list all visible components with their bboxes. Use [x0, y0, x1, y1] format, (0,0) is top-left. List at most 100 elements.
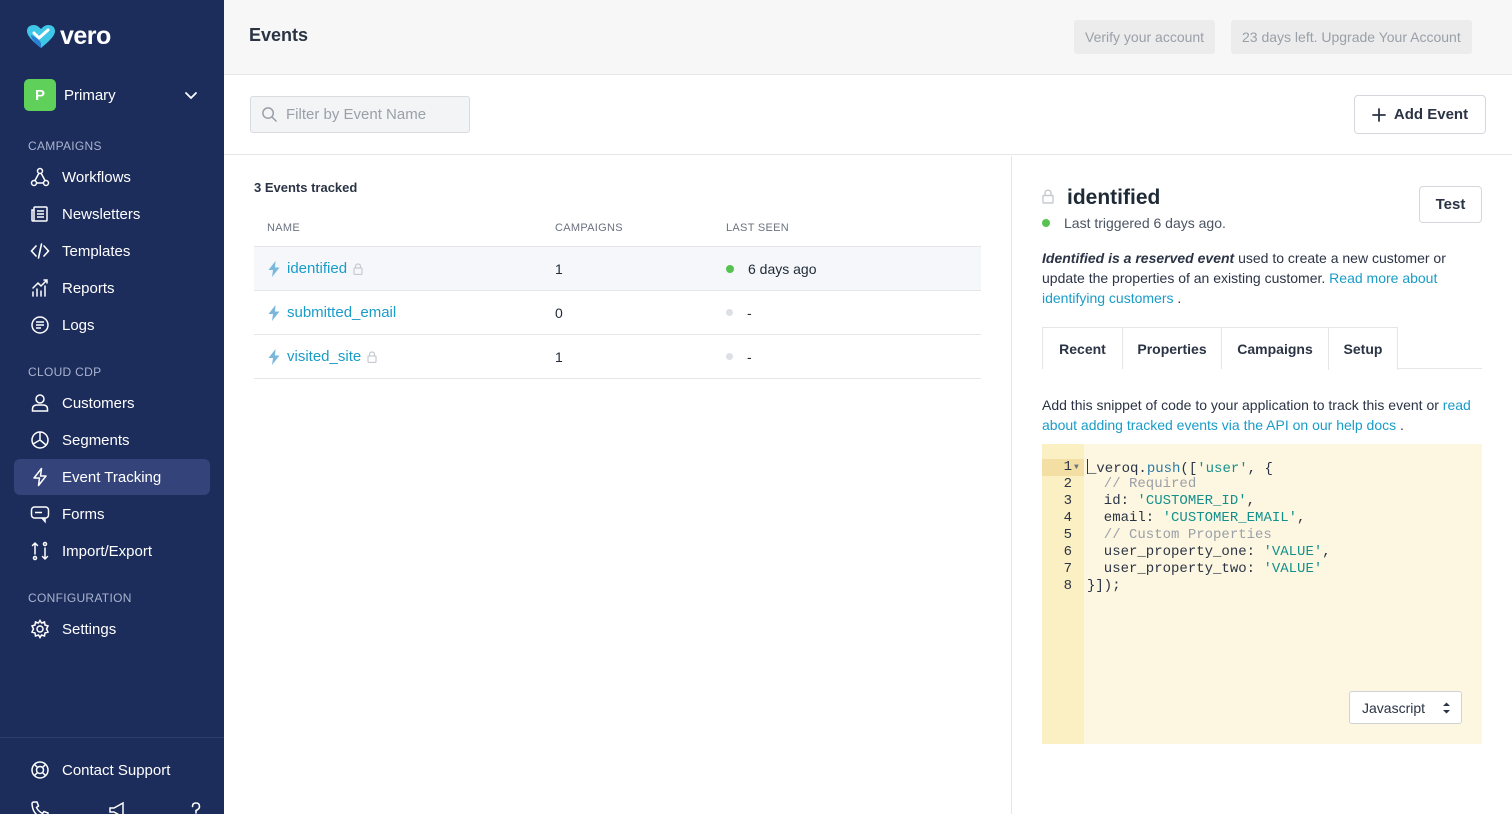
sidebar-footer-icons — [30, 800, 206, 814]
sidebar-item-label: Customers — [62, 394, 135, 412]
forms-icon — [30, 506, 50, 524]
sidebar-item-contact-support[interactable]: Contact Support — [14, 752, 210, 788]
last-seen-value: - — [747, 304, 752, 321]
plus-icon — [1372, 107, 1386, 122]
table-row[interactable]: identified 1 6 days ago — [254, 247, 981, 291]
add-event-label: Add Event — [1393, 106, 1469, 123]
tab-campaigns[interactable]: Campaigns — [1221, 327, 1328, 369]
code-gutter: 1 ▼ 2 3 4 5 6 7 8 — [1042, 444, 1084, 744]
line-number: 6 — [1063, 544, 1072, 560]
code-token: user_property_one: — [1087, 544, 1264, 560]
code-line: // Custom Properties — [1087, 527, 1272, 543]
lock-icon — [1042, 189, 1054, 204]
event-status: Last triggered 6 days ago. — [1042, 215, 1226, 231]
code-token: id: — [1087, 493, 1138, 509]
event-name-cell: submitted_email — [254, 304, 555, 321]
section-label-campaigns: CAMPAIGNS — [28, 139, 102, 153]
sidebar-item-newsletters[interactable]: Newsletters — [14, 196, 210, 232]
sidebar-item-label: Reports — [62, 279, 115, 297]
code-token: 'VALUE' — [1263, 561, 1323, 577]
sidebar-item-reports[interactable]: Reports — [14, 270, 210, 306]
megaphone-icon[interactable] — [108, 800, 128, 814]
table-row[interactable]: submitted_email 0 - — [254, 291, 981, 335]
logs-icon — [31, 316, 49, 334]
code-token: 'CUSTOMER_EMAIL' — [1162, 510, 1298, 526]
code-editor[interactable]: 1 ▼ 2 3 4 5 6 7 8 _veroq.push(['user', {… — [1042, 444, 1482, 744]
help-icon[interactable] — [186, 800, 206, 814]
last-seen-cell: - — [726, 305, 981, 321]
user-icon — [31, 394, 49, 412]
sidebar-item-import-export[interactable]: Import/Export — [14, 533, 210, 569]
tab-setup[interactable]: Setup — [1328, 327, 1398, 370]
snippet-end: . — [1396, 417, 1404, 433]
fold-arrow-icon[interactable]: ▼ — [1074, 459, 1079, 476]
add-event-button[interactable]: Add Event — [1354, 95, 1486, 134]
code-token: ([ — [1180, 461, 1198, 477]
heart-logo-icon — [27, 24, 55, 48]
sidebar-item-label: Event Tracking — [62, 468, 162, 486]
last-seen-cell: - — [726, 349, 981, 365]
workspace-avatar: P — [24, 79, 56, 111]
lifebuoy-icon — [31, 761, 49, 779]
sidebar-item-templates[interactable]: Templates — [14, 233, 210, 269]
chart-icon — [32, 279, 48, 297]
upgrade-account-button[interactable]: 23 days left. Upgrade Your Account — [1231, 20, 1472, 54]
workspace-selector[interactable]: P Primary — [24, 79, 204, 111]
event-name-cell: identified — [254, 260, 555, 277]
event-name-link[interactable]: visited_site — [287, 348, 361, 365]
sidebar-item-settings[interactable]: Settings — [14, 611, 210, 647]
event-name-link[interactable]: submitted_email — [287, 304, 396, 321]
lightning-icon — [268, 260, 280, 277]
vero-logo[interactable]: vero — [26, 22, 111, 51]
line-number: 3 — [1063, 493, 1072, 509]
sidebar-item-label: Logs — [62, 316, 95, 334]
import-export-icon — [31, 541, 49, 561]
line-number: 1 — [1063, 459, 1072, 475]
sidebar-item-logs[interactable]: Logs — [14, 307, 210, 343]
pie-chart-icon — [31, 431, 49, 449]
section-label-cloud-cdp: CLOUD CDP — [28, 365, 102, 379]
column-header-campaigns[interactable]: CAMPAIGNS — [555, 222, 726, 234]
event-detail-title: identified — [1067, 186, 1161, 209]
column-header-last-seen[interactable]: LAST SEEN — [726, 222, 981, 234]
verify-account-button[interactable]: Verify your account — [1074, 20, 1216, 54]
event-name-link[interactable]: identified — [287, 260, 347, 277]
table-row[interactable]: visited_site 1 - — [254, 335, 981, 379]
last-seen-cell: 6 days ago — [726, 261, 981, 277]
code-line: }]); — [1087, 578, 1121, 594]
sidebar-item-label: Templates — [62, 242, 131, 260]
filter-field[interactable] — [250, 96, 470, 133]
column-header-name[interactable]: NAME — [254, 222, 555, 234]
last-triggered-text: Last triggered 6 days ago. — [1064, 215, 1226, 231]
line-number: 4 — [1063, 510, 1072, 526]
page-header: Events Verify your account 23 days left.… — [224, 0, 1512, 75]
language-select[interactable]: Javascript — [1349, 691, 1462, 724]
status-dot-active — [1042, 219, 1050, 227]
sidebar-item-label: Forms — [62, 505, 105, 523]
tab-recent[interactable]: Recent — [1042, 327, 1122, 369]
code-line: id: 'CUSTOMER_ID', — [1087, 493, 1331, 510]
description-end: . — [1173, 290, 1182, 306]
code-token: , — [1297, 510, 1306, 526]
line-number: 2 — [1063, 476, 1072, 492]
last-seen-value: - — [747, 348, 752, 365]
chevron-down-icon — [185, 92, 197, 100]
sidebar-item-label: Settings — [62, 620, 117, 638]
tab-properties[interactable]: Properties — [1122, 327, 1221, 369]
filter-input[interactable] — [286, 106, 466, 123]
sidebar-item-customers[interactable]: Customers — [14, 385, 210, 421]
code-line: // Required — [1087, 476, 1197, 492]
sidebar-item-forms[interactable]: Forms — [14, 496, 210, 532]
line-number: 5 — [1063, 527, 1072, 543]
lightning-icon — [268, 348, 280, 365]
snippet-description: Add this snippet of code to your applica… — [1042, 395, 1487, 435]
sidebar-item-segments[interactable]: Segments — [14, 422, 210, 458]
search-icon — [262, 107, 277, 122]
code-token: _veroq. — [1088, 461, 1147, 477]
phone-icon[interactable] — [30, 800, 50, 814]
code-line: _veroq.push(['user', { — [1087, 459, 1331, 477]
language-select-value: Javascript — [1362, 699, 1426, 716]
sidebar-item-event-tracking[interactable]: Event Tracking — [14, 459, 210, 495]
test-button[interactable]: Test — [1419, 186, 1482, 223]
sidebar-item-workflows[interactable]: Workflows — [14, 159, 210, 195]
